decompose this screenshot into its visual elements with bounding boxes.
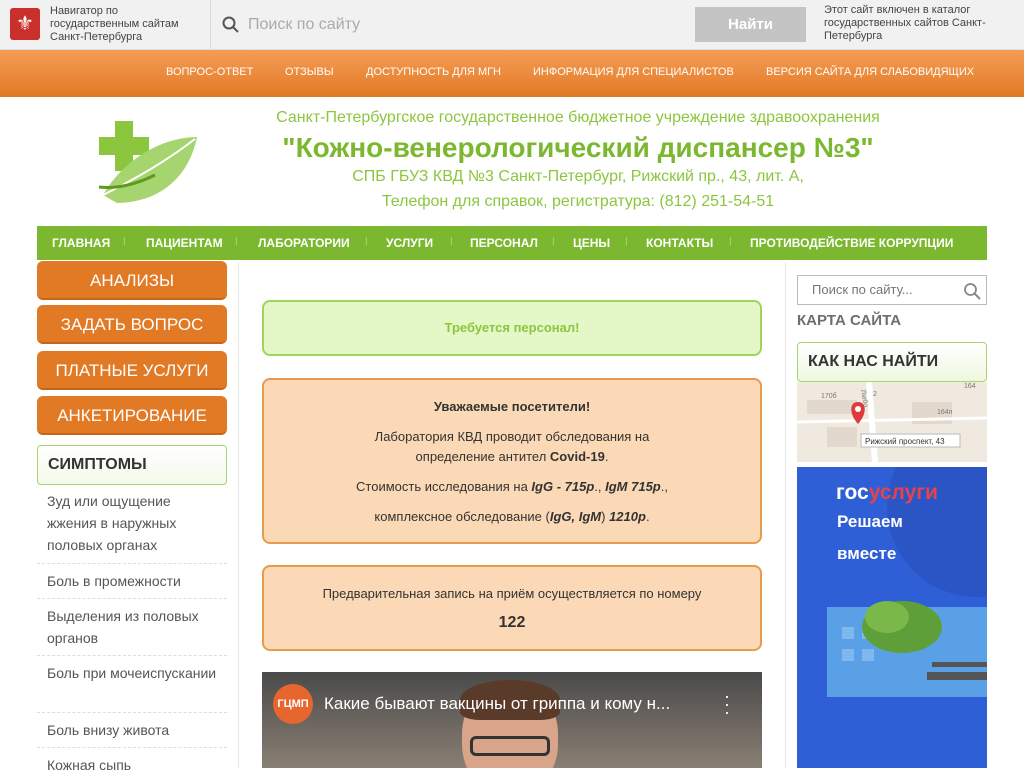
divider — [37, 655, 227, 656]
divider — [37, 563, 227, 564]
org-name: "Кожно-венерологический диспансер №3" — [282, 132, 874, 163]
sitemap-link[interactable]: КАРТА САЙТА — [797, 312, 901, 329]
search-input[interactable] — [248, 11, 688, 39]
nav-separator: ⁞ — [365, 237, 368, 248]
nav-separator: ⁞ — [729, 237, 732, 248]
main-nav: ГЛАВНАЯ ⁞ ПАЦИЕНТАМ ⁞ ЛАБОРАТОРИИ ⁞ УСЛУ… — [37, 226, 987, 260]
nav-separator: ⁞ — [123, 237, 126, 248]
symptom-item-abdominal-pain[interactable]: Боль внизу живота — [47, 719, 222, 741]
clinic-logo[interactable] — [95, 117, 200, 209]
nav-item-patients[interactable]: ПАЦИЕНТАМ — [146, 236, 223, 250]
video-player[interactable]: ГЦМП Какие бывают вакцины от гриппа и ко… — [262, 672, 762, 768]
top-bar: ⚜ Навигатор по государственным сайтам Са… — [0, 0, 1024, 50]
topnav-item-reviews[interactable]: ОТЗЫВЫ — [285, 66, 334, 78]
symptoms-heading: СИМПТОМЫ — [37, 445, 227, 485]
gov-navigator-link[interactable]: Навигатор по государственным сайтам Санк… — [50, 5, 200, 44]
how-to-find-heading[interactable]: КАК НАС НАЙТИ — [797, 342, 987, 382]
sidebar-search — [797, 275, 987, 305]
location-map[interactable]: 170б 164 164п Любо 2 Рижский проспект, 4… — [797, 382, 987, 462]
topnav-item-low-vision[interactable]: ВЕРСИЯ САЙТА ДЛЯ СЛАБОВИДЯЩИХ — [766, 66, 974, 78]
map-graphic: 170б 164 164п Любо 2 Рижский проспект, 4… — [797, 382, 987, 462]
nav-separator: ⁞ — [552, 237, 555, 248]
divider — [37, 712, 227, 713]
survey-button[interactable]: АНКЕТИРОВАНИЕ — [37, 396, 227, 435]
gosuslugi-banner[interactable]: госуслуги Решаем вместе — [797, 467, 987, 768]
catalog-notice[interactable]: Этот сайт включен в каталог государствен… — [824, 4, 1024, 43]
column-divider — [785, 262, 786, 768]
topnav-item-accessibility[interactable]: ДОСТУПНОСТЬ ДЛЯ МГН — [366, 66, 501, 78]
paid-services-button[interactable]: ПЛАТНЫЕ УСЛУГИ — [37, 351, 227, 390]
nav-item-anti-corruption[interactable]: ПРОТИВОДЕЙСТВИЕ КОРРУПЦИИ — [750, 236, 953, 250]
nav-item-services[interactable]: УСЛУГИ — [386, 236, 433, 250]
more-options-icon[interactable]: · · · — [722, 687, 732, 721]
channel-logo[interactable]: ГЦМП — [273, 684, 313, 724]
notice-line: Стоимость исследования на IgG - 715р., I… — [356, 479, 668, 494]
search-icon[interactable] — [963, 282, 981, 300]
map-label: 164п — [937, 409, 953, 416]
map-label: 2 — [873, 391, 877, 398]
symptom-item-skin-rash[interactable]: Кожная сыпь — [47, 754, 222, 776]
topnav-item-faq[interactable]: ВОПРОС-ОТВЕТ — [166, 66, 253, 78]
nav-item-contacts[interactable]: КОНТАКТЫ — [646, 236, 713, 250]
notice-line: Лаборатория КВД проводит обследования на — [374, 429, 650, 444]
ask-question-button[interactable]: ЗАДАТЬ ВОПРОС — [37, 305, 227, 344]
top-nav: ВОПРОС-ОТВЕТ ОТЗЫВЫ ДОСТУПНОСТЬ ДЛЯ МГН … — [0, 50, 1024, 97]
org-type: Санкт-Петербургское государственное бюдж… — [276, 109, 880, 126]
notice-line: определение антител Covid-19. — [415, 449, 609, 464]
analyses-button[interactable]: АНАЛИЗЫ — [37, 261, 227, 300]
video-title[interactable]: Какие бывают вакцины от гриппа и кому н.… — [324, 694, 670, 714]
symptom-item-urination-pain[interactable]: Боль при мочеиспускании — [47, 662, 222, 684]
covid-test-notice: Уважаемые посетители! Лаборатория КВД пр… — [262, 378, 762, 544]
column-divider — [238, 262, 239, 768]
topnav-item-specialists[interactable]: ИНФОРМАЦИЯ ДЛЯ СПЕЦИАЛИСТОВ — [533, 66, 734, 78]
appointment-notice: Предварительная запись на приём осуществ… — [262, 565, 762, 651]
sidebar-search-input[interactable] — [812, 282, 962, 297]
org-address: СПБ ГБУЗ КВД №3 Санкт-Петербург, Рижский… — [352, 168, 804, 185]
appointment-number: 122 — [498, 614, 526, 631]
banner-text: Решаем — [837, 512, 903, 531]
nav-separator: ⁞ — [625, 237, 628, 248]
staff-wanted-notice[interactable]: Требуется персонал! — [262, 300, 762, 356]
banner-graphic: госуслуги Решаем вместе — [797, 467, 987, 768]
divider — [37, 598, 227, 599]
symptom-item-itching[interactable]: Зуд или ощущение жжения в наружных полов… — [47, 490, 222, 556]
nav-item-labs[interactable]: ЛАБОРАТОРИИ — [258, 236, 350, 250]
nav-separator: ⁞ — [235, 237, 238, 248]
notice-line: комплексное обследование (IgG, IgM) 1210… — [374, 509, 650, 524]
notice-line: Предварительная запись на приём осуществ… — [322, 586, 702, 601]
nav-item-prices[interactable]: ЦЕНЫ — [573, 236, 610, 250]
search-icon — [222, 16, 239, 33]
nav-item-home[interactable]: ГЛАВНАЯ — [52, 236, 110, 250]
map-address-label: Рижский проспект, 43 — [865, 437, 945, 446]
nav-item-staff[interactable]: ПЕРСОНАЛ — [470, 236, 538, 250]
video-thumbnail — [470, 736, 550, 756]
symptom-item-discharge[interactable]: Выделения из половых органов — [47, 605, 222, 649]
nav-separator: ⁞ — [450, 237, 453, 248]
map-label: 164 — [964, 383, 976, 390]
banner-logo: госуслуги — [836, 481, 938, 504]
org-phone: Телефон для справок, регистратура: (812)… — [381, 193, 775, 210]
search-button[interactable]: Найти — [695, 7, 806, 42]
notice-title: Уважаемые посетители! — [433, 399, 591, 414]
divider — [37, 747, 227, 748]
map-label: 170б — [821, 392, 837, 400]
spb-coat-of-arms-icon[interactable]: ⚜ — [10, 8, 40, 40]
divider — [210, 0, 211, 50]
banner-text: вместе — [837, 544, 896, 563]
symptom-item-perineum-pain[interactable]: Боль в промежности — [47, 570, 222, 592]
